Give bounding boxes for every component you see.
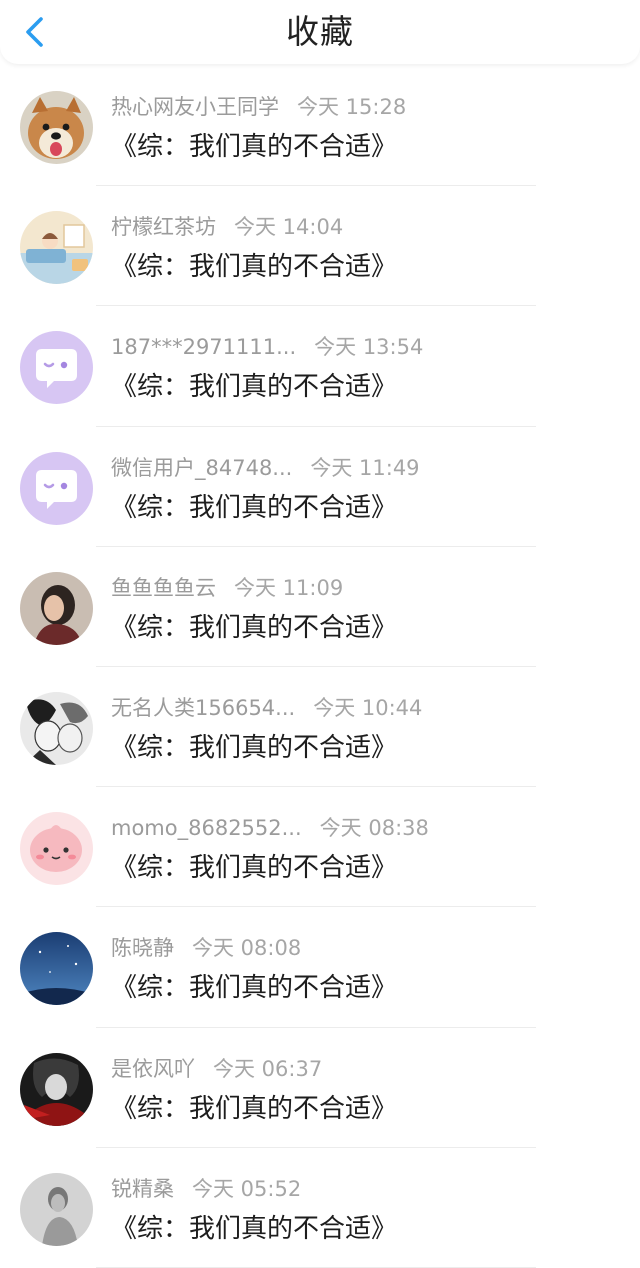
avatar-image [20, 932, 93, 1006]
favorites-screen: 收藏 热心网友小王同学 今天 15:28 《综：我们真的不合适》 柠檬红茶坊 今… [0, 0, 640, 1268]
user-name[interactable]: 鱼鱼鱼鱼云 [111, 573, 216, 603]
avatar-image [20, 571, 93, 645]
avatar[interactable] [20, 91, 93, 164]
user-name[interactable]: 锐精桑 [111, 1174, 174, 1204]
favorite-item[interactable]: 热心网友小王同学 今天 15:28 《综：我们真的不合适》 [0, 66, 640, 187]
item-meta: 是依风吖 今天 06:37 [111, 1054, 322, 1084]
item-meta: 锐精桑 今天 05:52 [111, 1174, 301, 1204]
item-meta: 微信用户_84748... 今天 11:49 [111, 453, 420, 483]
favorite-content[interactable]: 《综：我们真的不合适》 [111, 1210, 397, 1248]
favorite-content[interactable]: 《综：我们真的不合适》 [111, 128, 397, 166]
avatar-image [20, 691, 93, 765]
avatar-image [20, 1052, 93, 1126]
favorite-item[interactable]: 锐精桑 今天 05:52 《综：我们真的不合适》 [0, 1148, 640, 1268]
favorite-content[interactable]: 《综：我们真的不合适》 [111, 729, 397, 767]
avatar[interactable] [20, 211, 93, 285]
avatar[interactable] [20, 451, 93, 525]
user-name[interactable]: 热心网友小王同学 [111, 92, 279, 122]
item-meta: 鱼鱼鱼鱼云 今天 11:09 [111, 573, 343, 603]
avatar[interactable] [20, 691, 93, 765]
top-bar: 收藏 [0, 0, 640, 64]
item-meta: 柠檬红茶坊 今天 14:04 [111, 212, 343, 242]
timestamp: 今天 13:54 [314, 335, 424, 360]
avatar[interactable] [20, 571, 93, 645]
favorite-item[interactable]: 是依风吖 今天 06:37 《综：我们真的不合适》 [0, 1028, 640, 1148]
item-meta: 热心网友小王同学 今天 15:28 [111, 92, 406, 122]
timestamp: 今天 05:52 [192, 1176, 302, 1201]
favorite-item[interactable]: 微信用户_84748... 今天 11:49 《综：我们真的不合适》 [0, 427, 640, 547]
back-button[interactable] [18, 12, 54, 52]
user-name[interactable]: 陈晓静 [111, 933, 174, 963]
timestamp: 今天 10:44 [313, 695, 423, 720]
user-name[interactable]: 是依风吖 [111, 1054, 195, 1084]
user-name[interactable]: 无名人类156654... [111, 693, 295, 723]
item-meta: 无名人类156654... 今天 10:44 [111, 693, 422, 723]
favorite-content[interactable]: 《综：我们真的不合适》 [111, 609, 397, 647]
item-meta: momo_8682552... 今天 08:38 [111, 813, 429, 843]
timestamp: 今天 14:04 [234, 215, 344, 240]
favorite-item[interactable]: 鱼鱼鱼鱼云 今天 11:09 《综：我们真的不合适》 [0, 547, 640, 667]
timestamp: 今天 11:09 [234, 575, 344, 600]
avatar-image [20, 451, 93, 525]
chevron-left-icon [26, 17, 43, 47]
avatar-image [20, 812, 93, 886]
favorite-item[interactable]: 柠檬红茶坊 今天 14:04 《综：我们真的不合适》 [0, 186, 640, 307]
favorite-content[interactable]: 《综：我们真的不合适》 [111, 489, 397, 527]
avatar[interactable] [20, 932, 93, 1006]
favorites-list: 热心网友小王同学 今天 15:28 《综：我们真的不合适》 柠檬红茶坊 今天 14:… [0, 66, 640, 1268]
favorite-item[interactable]: 陈晓静 今天 08:08 《综：我们真的不合适》 [0, 907, 640, 1028]
avatar[interactable] [20, 331, 93, 405]
avatar-image [20, 1172, 93, 1246]
avatar-image [20, 331, 93, 405]
favorite-item[interactable]: momo_8682552... 今天 08:38 《综：我们真的不合适》 [0, 787, 640, 908]
timestamp: 今天 11:49 [310, 455, 420, 480]
favorite-item[interactable]: 无名人类156654... 今天 10:44 《综：我们真的不合适》 [0, 667, 640, 788]
timestamp: 今天 08:38 [319, 816, 429, 841]
avatar[interactable] [20, 812, 93, 886]
timestamp: 今天 06:37 [213, 1056, 323, 1081]
favorite-item[interactable]: 187***2971111... 今天 13:54 《综：我们真的不合适》 [0, 306, 640, 427]
user-name[interactable]: 187***2971111... [111, 332, 296, 362]
user-name[interactable]: 微信用户_84748... [111, 453, 292, 483]
user-name[interactable]: 柠檬红茶坊 [111, 212, 216, 242]
timestamp: 今天 08:08 [192, 936, 302, 961]
timestamp: 今天 15:28 [297, 95, 407, 119]
avatar[interactable] [20, 1052, 93, 1126]
avatar-image [20, 91, 93, 164]
page-title: 收藏 [286, 12, 354, 51]
avatar[interactable] [20, 1172, 93, 1246]
favorite-content[interactable]: 《综：我们真的不合适》 [111, 1090, 397, 1128]
item-meta: 187***2971111... 今天 13:54 [111, 332, 423, 362]
favorite-content[interactable]: 《综：我们真的不合适》 [111, 248, 397, 286]
favorite-content[interactable]: 《综：我们真的不合适》 [111, 969, 397, 1007]
user-name[interactable]: momo_8682552... [111, 813, 302, 843]
avatar-image [20, 211, 93, 285]
item-meta: 陈晓静 今天 08:08 [111, 933, 301, 963]
favorite-content[interactable]: 《综：我们真的不合适》 [111, 368, 397, 406]
favorite-content[interactable]: 《综：我们真的不合适》 [111, 849, 397, 887]
